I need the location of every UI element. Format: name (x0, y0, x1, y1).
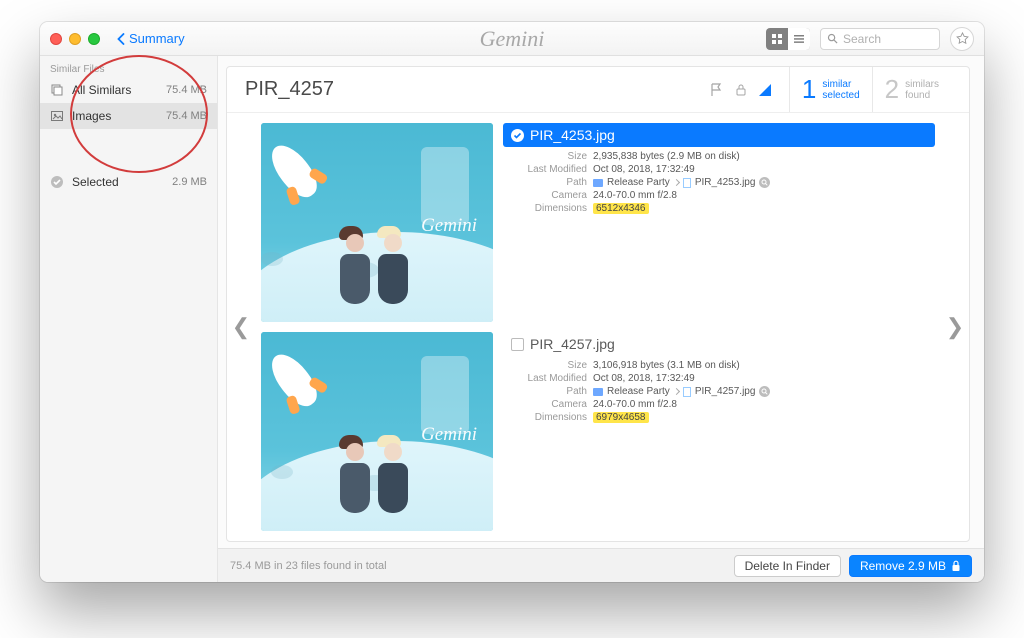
file-name: PIR_4257.jpg (530, 336, 615, 352)
stack-icon (50, 83, 64, 97)
header-tools (709, 82, 773, 98)
file-metadata: PIR_4257.jpg Size3,106,918 bytes (3.1 MB… (503, 332, 935, 531)
chevron-left-icon (116, 33, 125, 45)
check-circle-icon (50, 175, 64, 189)
search-input[interactable]: Search (820, 28, 940, 50)
chevron-right-icon (673, 179, 680, 186)
sidebar: Similar Files All Similars 75.4 MB Image… (40, 56, 218, 582)
reveal-icon[interactable] (759, 386, 770, 397)
main: PIR_4257 1 similarselected 2 similarsfou… (218, 56, 984, 582)
counter-number: 2 (885, 74, 899, 105)
next-button[interactable]: ❯ (941, 113, 969, 541)
close-window-button[interactable] (50, 33, 62, 45)
star-icon (956, 32, 969, 45)
folder-icon (593, 179, 603, 187)
file-name: PIR_4253.jpg (530, 127, 615, 143)
sidebar-item-size: 2.9 MB (172, 176, 207, 188)
file-row: Gemini PIR_4257.jpg (261, 332, 935, 531)
comparison-card: PIR_4257 1 similarselected 2 similarsfou… (226, 66, 970, 542)
file-size: 3,106,918 bytes (3.1 MB on disk) (593, 360, 935, 371)
titlebar: Summary Gemini Search (40, 22, 984, 56)
found-counter: 2 similarsfound (872, 67, 951, 112)
file-camera: 24.0-70.0 mm f/2.8 (593, 190, 935, 201)
counter-number: 1 (802, 74, 816, 105)
list-view-icon[interactable] (788, 28, 810, 50)
zoom-window-button[interactable] (88, 33, 100, 45)
back-label: Summary (129, 31, 185, 46)
search-placeholder: Search (843, 32, 881, 46)
sidebar-item-label: All Similars (72, 83, 158, 97)
file-path[interactable]: Release Party PIR_4253.jpg (593, 177, 935, 188)
folder-icon (593, 388, 603, 396)
app-title: Gemini (480, 26, 545, 52)
footer: 75.4 MB in 23 files found in total Delet… (218, 548, 984, 582)
reveal-icon[interactable] (759, 177, 770, 188)
status-text: 75.4 MB in 23 files found in total (230, 560, 387, 572)
file-modified: Oct 08, 2018, 17:32:49 (593, 164, 935, 175)
select-triangle-icon[interactable] (757, 82, 773, 98)
app-window: Summary Gemini Search Similar Files All … (40, 22, 984, 582)
file-size: 2,935,838 bytes (2.9 MB on disk) (593, 151, 935, 162)
sidebar-item-all-similars[interactable]: All Similars 75.4 MB (40, 77, 217, 103)
minimize-window-button[interactable] (69, 33, 81, 45)
sidebar-item-images[interactable]: Images 75.4 MB (40, 103, 217, 129)
document-icon (683, 387, 691, 397)
delete-in-finder-button[interactable]: Delete In Finder (734, 555, 841, 577)
sidebar-item-size: 75.4 MB (166, 84, 207, 96)
thumbnail[interactable]: Gemini (261, 123, 493, 322)
group-title: PIR_4257 (245, 78, 334, 101)
file-dimensions: 6979x4658 (593, 412, 649, 423)
checkbox-icon[interactable] (511, 338, 524, 351)
file-select-row[interactable]: PIR_4253.jpg (503, 123, 935, 147)
file-metadata: PIR_4253.jpg Size2,935,838 bytes (2.9 MB… (503, 123, 935, 322)
favorite-button[interactable] (950, 27, 974, 51)
file-row: Gemini PIR_4253.jpg (261, 123, 935, 322)
card-body: ❮ Gemini (227, 113, 969, 541)
file-modified: Oct 08, 2018, 17:32:49 (593, 373, 935, 384)
card-header: PIR_4257 1 similarselected 2 similarsfou… (227, 67, 969, 113)
checkbox-icon[interactable] (511, 129, 524, 142)
sidebar-item-selected[interactable]: Selected 2.9 MB (40, 169, 217, 195)
flag-icon[interactable] (709, 82, 725, 98)
sidebar-item-size: 75.4 MB (166, 110, 207, 122)
grid-view-icon[interactable] (766, 28, 788, 50)
file-select-row[interactable]: PIR_4257.jpg (503, 332, 935, 356)
document-icon (683, 178, 691, 188)
file-path[interactable]: Release Party PIR_4257.jpg (593, 386, 935, 397)
compare-pane: Gemini PIR_4253.jpg (255, 113, 941, 541)
traffic-lights (50, 33, 100, 45)
sidebar-item-label: Selected (72, 175, 164, 189)
prev-button[interactable]: ❮ (227, 113, 255, 541)
view-toggle[interactable] (766, 28, 810, 50)
sidebar-header: Similar Files (40, 60, 217, 77)
sidebar-item-label: Images (72, 109, 158, 123)
lock-icon[interactable] (733, 82, 749, 98)
chevron-right-icon (673, 388, 680, 395)
search-icon (827, 33, 838, 44)
image-icon (50, 109, 64, 123)
thumbnail[interactable]: Gemini (261, 332, 493, 531)
selected-counter: 1 similarselected (789, 67, 872, 112)
remove-button[interactable]: Remove 2.9 MB (849, 555, 972, 577)
lock-icon (951, 560, 961, 572)
back-button[interactable]: Summary (116, 31, 185, 46)
file-dimensions: 6512x4346 (593, 203, 649, 214)
file-camera: 24.0-70.0 mm f/2.8 (593, 399, 935, 410)
